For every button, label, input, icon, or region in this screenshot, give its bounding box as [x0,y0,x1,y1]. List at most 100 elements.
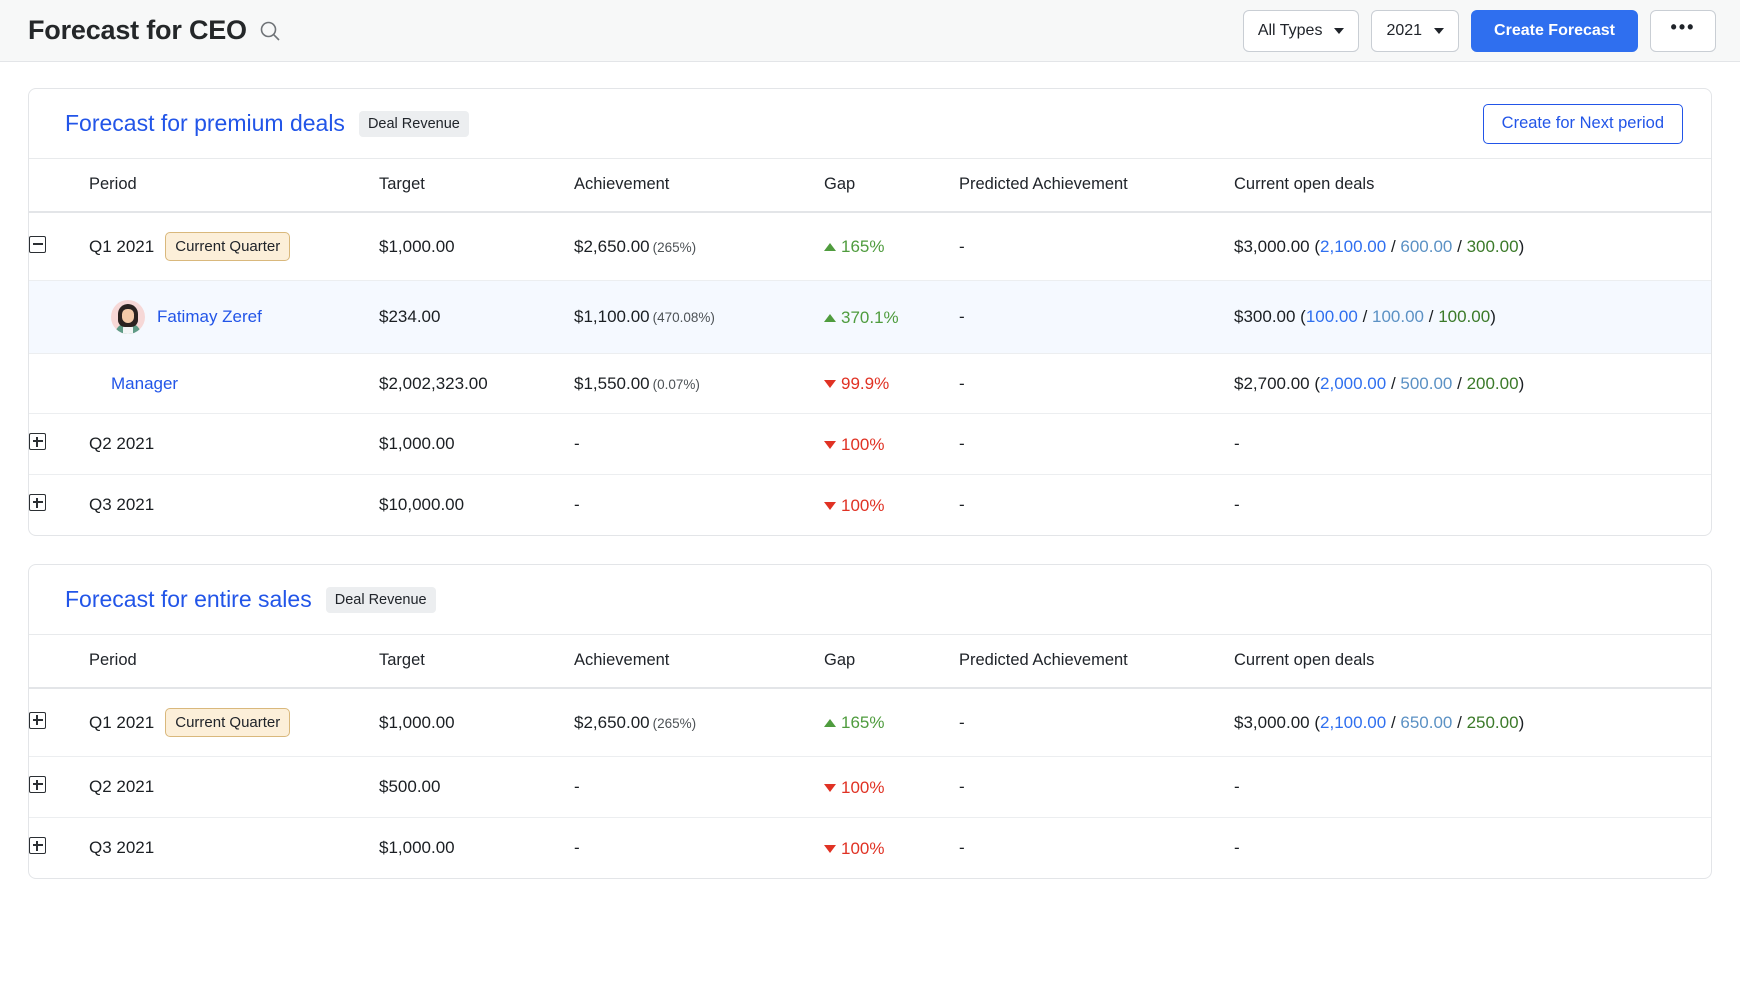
open-deals-committed[interactable]: 2,000.00 [1320,374,1386,393]
expand-row-icon[interactable] [29,776,46,793]
gap-percent: 370.1% [841,307,899,327]
card-type-tag: Deal Revenue [358,110,469,137]
column-header-gap: Gap [824,635,959,689]
table-row[interactable]: Q2 2021 $1,000.00-100% - - [29,413,1711,475]
gap-percent: 100% [841,777,885,797]
table-row[interactable]: Q1 2021 Current Quarter $1,000.00 $2,650.00… [29,688,1711,757]
open-deals-best-case[interactable]: 100.00 [1372,307,1424,326]
type-filter-dropdown[interactable]: All Types [1242,9,1360,52]
gap-percent: 99.9% [841,374,890,393]
row-toggle-cell [29,756,89,818]
table-row[interactable]: Fatimay Zeref $234.00 $1,100.00 (470.08%) 37… [29,280,1711,354]
period-label: Q3 2021 [89,838,155,857]
row-toggle-cell [29,353,89,414]
card-title[interactable]: Forecast for entire sales [65,586,312,613]
more-options-button[interactable]: ••• [1650,9,1716,52]
table-row[interactable]: Q3 2021 $1,000.00 - 100% - - [29,818,1711,879]
achievement-cell: - [574,756,824,818]
gap-cell: 99.9% [824,353,959,414]
target-cell: $234.00 [379,280,574,354]
open-deals-best-case[interactable]: 650.00 [1400,713,1452,732]
current-quarter-badge: Current Quarter [165,708,291,737]
search-icon[interactable] [259,20,281,42]
expand-row-icon[interactable] [29,711,46,729]
predicted-achievement-cell: - [959,413,1234,475]
open-deals-committed[interactable]: 2,100.00 [1320,237,1386,256]
open-deals-committed[interactable]: 100.00 [1306,307,1358,326]
forecast-card-entire-sales: Forecast for entire sales Deal Revenue P… [28,564,1712,879]
expand-row-icon[interactable] [29,494,46,511]
open-deals-pipeline[interactable]: 200.00 [1467,374,1519,393]
column-header-gap: Gap [824,159,959,213]
expand-row-icon[interactable] [29,837,46,854]
arrow-down-icon [824,440,836,449]
arrow-down-icon [824,844,836,853]
header-spacer [29,159,89,213]
arrow-down-icon [824,380,836,388]
achievement-value: - [574,777,580,796]
card-type-tag: Deal Revenue [325,586,436,613]
column-header-predicted-achievement: Predicted Achievement [959,159,1234,213]
table-row[interactable]: Manager $2,002,323.00 $1,550.00 (0.07%) 99.9… [29,353,1711,414]
year-filter-dropdown[interactable]: 2021 [1371,9,1460,52]
table-row[interactable]: Q3 2021 $10,000.00 - 100% - - [29,475,1711,536]
table-header: Period Target Achievement Gap Predicted … [29,159,1711,213]
achievement-value: - [574,838,580,857]
open-deals-pipeline[interactable]: 100.00 [1438,307,1490,326]
table-row[interactable]: Q1 2021 Current Quarter $1,000.00 $2,650.00… [29,212,1711,281]
gap-cell: 100% [824,818,959,879]
gap-cell: 100% [824,756,959,818]
open-deals-best-case[interactable]: 600.00 [1400,237,1452,256]
manager-link[interactable]: Manager [111,374,178,394]
gap-value: 100% [824,496,884,516]
period-cell: Q2 2021 [89,756,379,818]
gap-percent: 165% [841,237,885,256]
table-body: Q1 2021 Current Quarter $1,000.00 $2,650.00… [29,688,1711,878]
period-cell: Q1 2021 Current Quarter [89,688,379,757]
create-next-period-button[interactable]: Create for Next period [1482,103,1683,144]
row-toggle-cell [29,475,89,536]
open-deals-pipeline[interactable]: 300.00 [1467,237,1519,256]
period-cell: Q3 2021 [89,818,379,879]
open-deals-committed[interactable]: 2,100.00 [1320,713,1386,732]
predicted-achievement-cell: - [959,756,1234,818]
target-cell: $1,000.00 [379,212,574,281]
open-deals-total: $3,000.00 [1234,236,1310,256]
header-row: Period Target Achievement Gap Predicted … [29,635,1711,689]
column-header-predicted-achievement: Predicted Achievement [959,635,1234,689]
predicted-achievement-cell: - [959,838,965,857]
gap-value: 100% [824,778,884,798]
row-toggle-cell [29,413,89,475]
period-cell-inner: Manager [89,374,379,394]
predicted-achievement-cell: - [959,353,1234,414]
expand-row-icon[interactable] [29,433,46,450]
achievement-percent: (0.07%) [652,376,700,392]
achievement-percent: (265%) [652,239,697,255]
forecast-page: Forecast for CEO All Types 2021 Create F… [0,0,1740,994]
open-deals-best-case[interactable]: 500.00 [1400,374,1452,393]
period-cell-inner: Q3 2021 [89,495,379,515]
create-forecast-button[interactable]: Create Forecast [1471,9,1638,52]
period-cell: Q1 2021 Current Quarter [89,212,379,281]
current-open-deals-cell: $2,700.00 (2,000.00 / 500.00 / 200.00) [1234,353,1711,414]
open-deals-pipeline[interactable]: 250.00 [1467,713,1519,732]
achievement-cell: $2,650.00 (265%) [574,688,824,757]
column-header-target: Target [379,159,574,213]
period-label: Q2 2021 [89,777,155,796]
period-cell: Q2 2021 [89,413,379,475]
current-open-deals-cell: - [1234,838,1240,857]
card-title[interactable]: Forecast for premium deals [65,110,345,137]
gap-cell: 165% [824,688,959,757]
gap-percent: 165% [841,713,885,732]
achievement-value: $1,550.00 [574,373,650,393]
gap-cell: 100% [824,475,959,536]
user-name-link[interactable]: Fatimay Zeref [157,307,262,327]
collapse-row-icon[interactable] [29,235,46,253]
period-label: Q2 2021 [89,434,155,453]
period-cell: Q3 2021 [89,475,379,536]
period-label: Q1 2021 [89,236,155,256]
table-row[interactable]: Q2 2021 $500.00-100% - - [29,756,1711,818]
gap-value: 370.1% [824,308,899,328]
column-header-current-open-deals: Current open deals [1234,635,1711,689]
period-cell: Fatimay Zeref [89,280,379,354]
